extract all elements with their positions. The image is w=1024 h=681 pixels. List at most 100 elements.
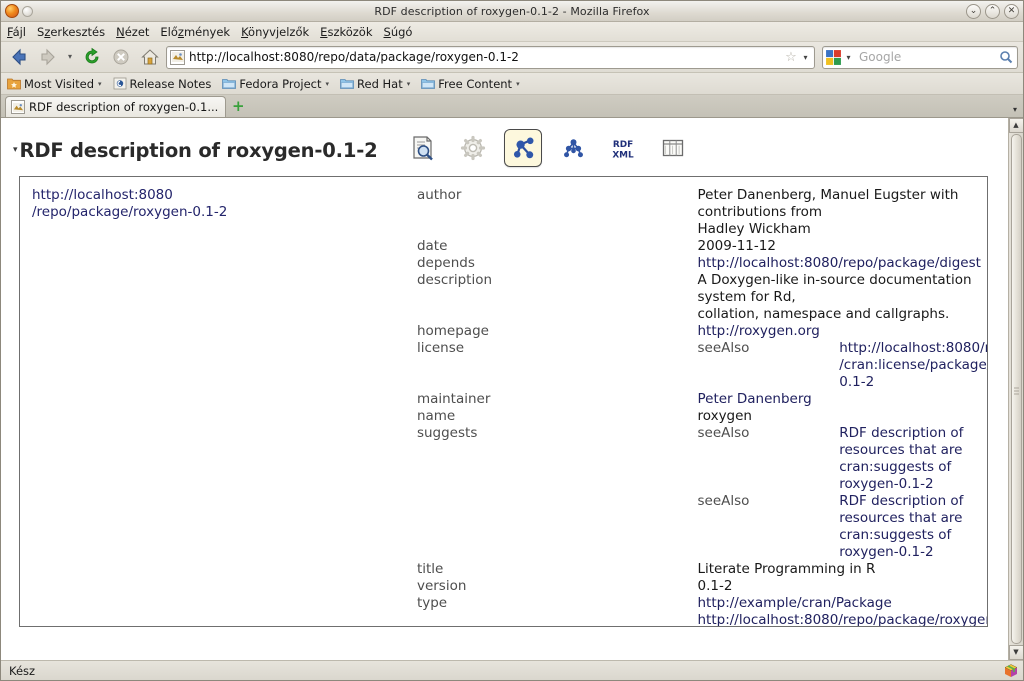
search-bar[interactable]: ▾ Google: [822, 45, 1018, 69]
predicate-label: homepage: [416, 323, 489, 339]
bookmark-star-icon[interactable]: ☆: [783, 50, 799, 65]
object-cell: roxygen: [697, 408, 981, 425]
bookmark-most-visited[interactable]: Most Visited ▾: [7, 77, 102, 91]
object-literal: roxygen: [697, 408, 752, 424]
bookmark-fedora-project[interactable]: Fedora Project ▾: [222, 77, 329, 91]
scrollbar-thumb[interactable]: [1010, 134, 1022, 644]
predicate-label: maintainer: [416, 391, 491, 407]
bookmark-label: Fedora Project: [239, 76, 322, 91]
object-uri[interactable]: RDF description of resources that are cra…: [839, 425, 981, 493]
predicate-cell: suggests: [417, 425, 698, 493]
menu-history[interactable]: Előzmények: [160, 25, 230, 39]
vertical-scrollbar[interactable]: ▲ ▼: [1008, 118, 1023, 660]
object-cell: http://localhost:8080/repo/package/diges…: [697, 255, 981, 272]
search-engine-dropdown-icon[interactable]: ▾: [842, 53, 855, 62]
back-button[interactable]: [6, 45, 32, 69]
reload-button[interactable]: [79, 45, 105, 69]
object-cell: RDF description of resources that are cra…: [839, 425, 981, 493]
chevron-down-icon[interactable]: ▾: [516, 80, 520, 88]
scroll-up-button[interactable]: ▲: [1008, 118, 1023, 133]
google-search-engine-icon[interactable]: [825, 49, 842, 66]
table-row: homepage http://roxygen.org: [26, 323, 981, 340]
predicate-cell: [417, 493, 698, 561]
object-uri[interactable]: http://localhost:8080/repo/pathdata/cran…: [839, 340, 987, 391]
status-text: Kész: [9, 663, 36, 678]
folder-icon: [340, 79, 354, 89]
object-uri[interactable]: http://localhost:8080/repo/package/roxyg…: [697, 612, 987, 626]
predicate-cell: type: [417, 595, 698, 626]
stop-button[interactable]: [108, 45, 134, 69]
bookmark-release-notes[interactable]: Release Notes: [113, 77, 211, 91]
table-row: depends http://localhost:8080/repo/packa…: [26, 255, 981, 272]
object-uri[interactable]: RDF description of resources that are cra…: [839, 493, 981, 561]
bookmark-red-hat[interactable]: Red Hat ▾: [340, 77, 410, 91]
object-uri[interactable]: http://localhost:8080/repo/package/diges…: [697, 255, 981, 272]
scroll-down-button[interactable]: ▼: [1008, 645, 1023, 660]
object-literal: 2009-11-12: [697, 238, 776, 254]
colored-cube-icon[interactable]: [1003, 663, 1019, 679]
predicate-label: version: [416, 578, 467, 594]
view-button-graph[interactable]: [504, 129, 542, 167]
chevron-down-icon[interactable]: ▾: [326, 80, 330, 88]
object-cell: http://example/cran/Package http://local…: [697, 595, 987, 626]
title-bar: RDF description of roxygen-0.1-2 - Mozil…: [1, 1, 1023, 22]
collapse-twisty-icon[interactable]: ▾: [13, 139, 18, 161]
predicate-label: depends: [416, 255, 475, 271]
object-cell: Peter Danenberg, Manuel Eugster with con…: [697, 187, 981, 238]
menu-view[interactable]: Nézet: [116, 25, 149, 39]
table-row: seeAlso RDF description of resources tha…: [26, 493, 981, 561]
page-title-group: ▾ RDF description of roxygen-0.1-2: [13, 126, 378, 162]
object-cell: http://localhost:8080/repo/pathdata/cran…: [839, 340, 987, 391]
search-input[interactable]: Google: [855, 50, 995, 64]
forward-button[interactable]: [35, 45, 61, 69]
menu-help[interactable]: Súgó: [384, 25, 413, 39]
chevron-down-icon[interactable]: ▾: [98, 80, 102, 88]
predicate-cell: homepage: [417, 323, 698, 340]
chevron-down-icon[interactable]: ▾: [407, 80, 411, 88]
object-cell: 0.1-2: [697, 578, 981, 595]
menu-bookmarks[interactable]: Könyvjelzők: [241, 25, 309, 39]
menu-edit[interactable]: Szerkesztés: [37, 25, 105, 39]
list-all-tabs-icon[interactable]: ▾: [1013, 105, 1017, 114]
object-uri[interactable]: http://example/cran/Package: [697, 595, 981, 612]
subject-cell: [26, 595, 417, 626]
object-uri[interactable]: http://roxygen.org: [697, 323, 981, 340]
subject-uri-top[interactable]: http://localhost:8080/repo/package/roxyg…: [32, 187, 417, 221]
close-button[interactable]: ✕: [1004, 3, 1019, 19]
predicate-label: suggests: [416, 425, 478, 441]
menu-file[interactable]: Fájl: [7, 25, 26, 39]
object-cell: Literate Programming in R: [697, 561, 981, 578]
menu-tools[interactable]: Eszközök: [320, 25, 372, 39]
table-row: description A Doxygen-like in-source doc…: [26, 272, 981, 323]
url-text[interactable]: http://localhost:8080/repo/data/package/…: [189, 50, 783, 64]
view-button-table[interactable]: [654, 129, 692, 167]
predicate-label: date: [416, 238, 448, 254]
maximize-button[interactable]: ⌃: [985, 3, 1000, 19]
subject-cell: [26, 425, 417, 493]
view-button-settings[interactable]: [454, 129, 492, 167]
page-content: ▾ RDF description of roxygen-0.1-2 RDF X…: [1, 118, 1008, 660]
nav-history-dropdown-icon[interactable]: ▾: [64, 45, 76, 69]
object-uri[interactable]: Peter Danenberg: [697, 391, 981, 408]
view-button-cluster[interactable]: [554, 129, 592, 167]
window-controls: ⌄ ⌃ ✕: [966, 3, 1019, 19]
home-button[interactable]: [137, 45, 163, 69]
search-go-icon[interactable]: [995, 50, 1017, 64]
predicate-label: author: [416, 187, 462, 203]
rdf-triples-table: http://localhost:8080/repo/package/roxyg…: [26, 187, 987, 626]
table-row: title Literate Programming in R: [26, 561, 981, 578]
view-button-rdfxml[interactable]: RDF XML: [604, 129, 642, 167]
predicate-cell: name: [417, 408, 698, 425]
subject-cell: [26, 340, 417, 391]
table-row: version 0.1-2: [26, 578, 981, 595]
tab-rdf-description[interactable]: RDF description of roxygen-0.1...: [5, 96, 227, 117]
new-tab-button[interactable]: +: [228, 97, 248, 117]
folder-icon: [421, 79, 436, 89]
bookmark-free-content[interactable]: Free Content ▾: [421, 77, 520, 91]
nested-predicate-cell: seeAlso: [697, 340, 839, 391]
predicate-cell: maintainer: [417, 391, 698, 408]
minimize-button[interactable]: ⌄: [966, 3, 981, 19]
url-dropdown-icon[interactable]: ▾: [799, 53, 812, 62]
view-button-source[interactable]: [404, 129, 442, 167]
url-bar[interactable]: http://localhost:8080/repo/data/package/…: [166, 45, 815, 69]
